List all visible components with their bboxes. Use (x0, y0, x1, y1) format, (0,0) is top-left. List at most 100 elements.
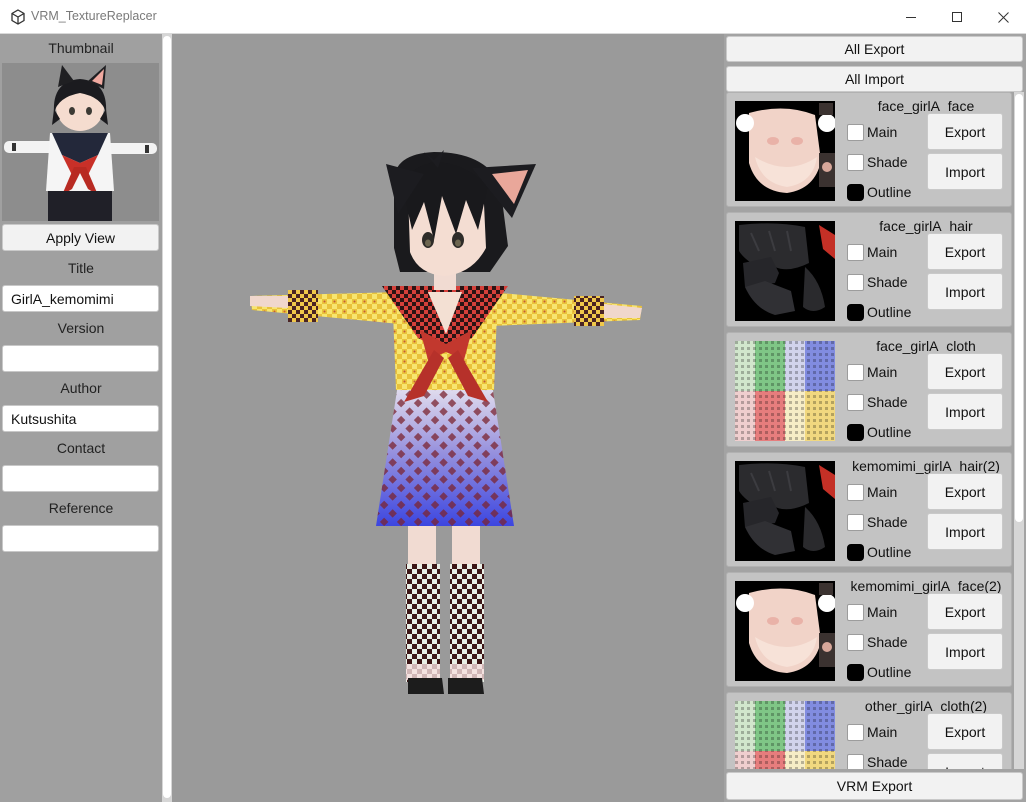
outline-color-swatch[interactable] (847, 663, 864, 681)
title-label: Title (68, 260, 94, 276)
texture-import-button[interactable]: Import (927, 633, 1003, 670)
main-label: Main (867, 364, 898, 380)
main-toggle[interactable]: Main (847, 362, 897, 382)
outline-color-swatch[interactable] (847, 303, 864, 321)
outline-label: Outline (867, 664, 912, 680)
main-label: Main (867, 604, 898, 620)
texture-name: face_girlA_face (877, 98, 975, 114)
all-import-button[interactable]: All Import (726, 66, 1023, 92)
left-scrollbar-thumb[interactable] (163, 36, 171, 798)
title-bar: VRM_TextureReplacer (0, 0, 1026, 34)
main-frame: Thumbnail Apply View Title GirlA_kemomim… (0, 34, 1026, 802)
shade-toggle[interactable]: Shade (847, 392, 907, 412)
texture-thumbnail (735, 341, 835, 441)
shade-label: Shade (867, 394, 908, 410)
contact-label: Contact (56, 440, 106, 456)
shade-checkbox[interactable] (847, 753, 864, 769)
main-toggle[interactable]: Main (847, 602, 897, 622)
close-icon (997, 11, 1009, 23)
texture-export-button[interactable]: Export (927, 473, 1003, 510)
close-button[interactable] (980, 0, 1026, 34)
outline-label: Outline (867, 424, 912, 440)
shade-checkbox[interactable] (847, 513, 864, 531)
texture-card: face_girlA_hair Main Shade Outline Expor… (726, 212, 1012, 327)
version-field[interactable] (2, 345, 159, 372)
texture-card: face_girlA_cloth Main Shade Outline Expo… (726, 332, 1012, 447)
texture-list-scrollbar-thumb[interactable] (1015, 94, 1023, 522)
author-label: Author (60, 380, 102, 396)
texture-import-button[interactable]: Import (927, 753, 1003, 769)
reference-label: Reference (48, 500, 114, 516)
texture-export-button[interactable]: Export (927, 713, 1003, 750)
outline-toggle[interactable]: Outline (847, 182, 911, 202)
model-viewport[interactable] (172, 34, 724, 802)
texture-card: face_girlA_face Main Shade Outline Expor… (726, 92, 1012, 207)
maximize-button[interactable] (934, 0, 980, 34)
window-title: VRM_TextureReplacer (31, 9, 157, 23)
outline-toggle[interactable]: Outline (847, 662, 911, 682)
main-toggle[interactable]: Main (847, 482, 897, 502)
main-checkbox[interactable] (847, 723, 864, 741)
outline-label: Outline (867, 544, 912, 560)
texture-export-button[interactable]: Export (927, 593, 1003, 630)
texture-name: kemomimi_girlA_face(2) (850, 578, 1002, 594)
author-field[interactable] (2, 405, 159, 432)
all-export-button[interactable]: All Export (726, 36, 1023, 62)
main-label: Main (867, 244, 898, 260)
thumbnail-label: Thumbnail (48, 40, 114, 56)
shade-checkbox[interactable] (847, 273, 864, 291)
shade-toggle[interactable]: Shade (847, 752, 907, 769)
left-scrollbar[interactable] (162, 34, 172, 802)
texture-name: kemomimi_girlA_hair(2) (852, 458, 1000, 474)
texture-export-button[interactable]: Export (927, 353, 1003, 390)
shade-toggle[interactable]: Shade (847, 632, 907, 652)
meta-panel: Thumbnail Apply View Title GirlA_kemomim… (0, 34, 162, 802)
version-label: Version (57, 320, 105, 336)
texture-import-button[interactable]: Import (927, 153, 1003, 190)
shade-toggle[interactable]: Shade (847, 512, 907, 532)
texture-import-button[interactable]: Import (927, 273, 1003, 310)
main-toggle[interactable]: Main (847, 122, 897, 142)
outline-toggle[interactable]: Outline (847, 302, 911, 322)
main-checkbox[interactable] (847, 363, 864, 381)
texture-thumbnail (735, 581, 835, 681)
main-checkbox[interactable] (847, 603, 864, 621)
shade-checkbox[interactable] (847, 153, 864, 171)
vrm-export-button[interactable]: VRM Export (726, 772, 1023, 800)
outline-color-swatch[interactable] (847, 423, 864, 441)
main-checkbox[interactable] (847, 243, 864, 261)
texture-export-button[interactable]: Export (927, 113, 1003, 150)
texture-card: other_girlA_cloth(2) Main Shade Outline … (726, 692, 1012, 769)
texture-export-button[interactable]: Export (927, 233, 1003, 270)
outline-color-swatch[interactable] (847, 183, 864, 201)
texture-card: kemomimi_girlA_face(2) Main Shade Outlin… (726, 572, 1012, 687)
main-checkbox[interactable] (847, 483, 864, 501)
contact-field[interactable] (2, 465, 159, 492)
outline-color-swatch[interactable] (847, 543, 864, 561)
shade-toggle[interactable]: Shade (847, 272, 907, 292)
main-label: Main (867, 484, 898, 500)
texture-thumbnail (735, 221, 835, 321)
main-checkbox[interactable] (847, 123, 864, 141)
unity-logo-icon (10, 9, 26, 25)
shade-checkbox[interactable] (847, 633, 864, 651)
shade-toggle[interactable]: Shade (847, 152, 907, 172)
minimize-button[interactable] (888, 0, 934, 34)
texture-import-button[interactable]: Import (927, 393, 1003, 430)
apply-view-button[interactable]: Apply View (2, 224, 159, 251)
reference-field[interactable] (2, 525, 159, 552)
shade-checkbox[interactable] (847, 393, 864, 411)
main-toggle[interactable]: Main (847, 242, 897, 262)
texture-name: face_girlA_cloth (876, 338, 976, 354)
texture-list-scrollbar[interactable] (1014, 92, 1024, 769)
outline-toggle[interactable]: Outline (847, 542, 911, 562)
title-field[interactable] (2, 285, 159, 312)
texture-thumbnail (735, 701, 835, 769)
outline-label: Outline (867, 184, 912, 200)
main-toggle[interactable]: Main (847, 722, 897, 742)
outline-toggle[interactable]: Outline (847, 422, 911, 442)
texture-list: face_girlA_face Main Shade Outline Expor… (726, 92, 1012, 769)
texture-card: kemomimi_girlA_hair(2) Main Shade Outlin… (726, 452, 1012, 567)
outline-label: Outline (867, 304, 912, 320)
texture-import-button[interactable]: Import (927, 513, 1003, 550)
